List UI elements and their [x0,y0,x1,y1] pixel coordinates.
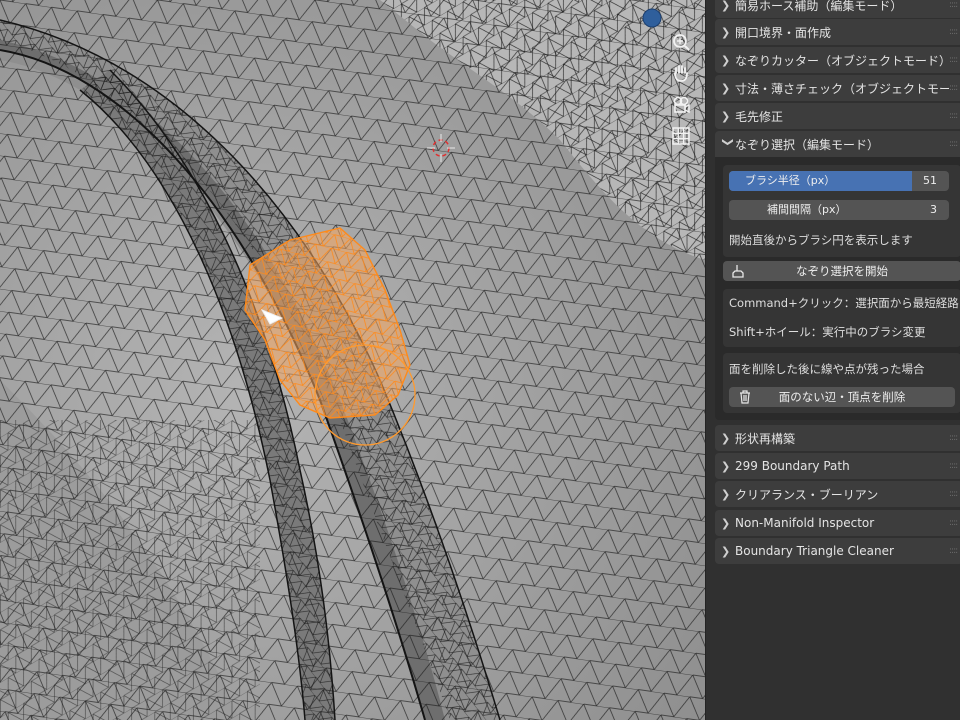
3d-viewport[interactable] [0,0,705,720]
trash-icon [740,390,750,404]
cleanup-note: 面を削除した後に線や点が残った場合 [729,362,925,376]
show-circle-note: 開始直後からブラシ円を表示します [729,233,913,247]
n-panel-sidebar: ❯ 簡易ホース補助（編集モード） :::: ❯ 開口境界・面作成 :::: ❯ … [705,0,960,720]
view-orientation-dot[interactable] [640,6,664,30]
panel-boundary-path[interactable]: ❯ 299 Boundary Path :::: [715,453,960,479]
camera-icon[interactable] [669,93,693,117]
chevron-down-icon: ❯ [721,137,735,147]
chevron-right-icon: ❯ [721,53,731,67]
drag-handle-icon[interactable]: :::: [949,55,960,65]
panel-dimension-check[interactable]: ❯ 寸法・薄さチェック（オブジェクトモー :::: [715,75,960,101]
delete-loose-edges-button[interactable]: 面のない辺・頂点を削除 [729,387,955,407]
brush-radius-slider[interactable]: ブラシ半径（px） 51 [729,171,949,191]
drag-handle-icon[interactable]: :::: [949,546,960,556]
drag-handle-icon[interactable]: :::: [949,27,960,37]
panel-non-manifold-inspector[interactable]: ❯ Non-Manifold Inspector :::: [715,510,960,536]
panel-hose-assist[interactable]: ❯ 簡易ホース補助（編集モード） :::: [715,0,960,18]
panel-trace-cutter[interactable]: ❯ なぞりカッター（オブジェクトモード） :::: [715,47,960,73]
hint-shift-wheel: Shift+ホイール：実行中のブラシ変更 [729,325,926,339]
chevron-right-icon: ❯ [721,431,731,445]
zoom-icon[interactable] [669,30,693,54]
hand-icon[interactable] [669,61,693,85]
drag-handle-icon[interactable]: :::: [949,111,960,121]
chevron-right-icon: ❯ [721,459,731,473]
chevron-right-icon: ❯ [721,544,731,558]
grid-icon[interactable] [669,124,693,148]
chevron-right-icon: ❯ [721,109,731,123]
panel-shape-rebuild[interactable]: ❯ 形状再構築 :::: [715,425,960,451]
brush-icon [732,265,744,278]
hint-command-click: Command+クリック：選択面から最短経路 [729,296,959,310]
drag-handle-icon[interactable]: :::: [949,0,960,10]
start-trace-select-button[interactable]: なぞり選択を開始 [723,261,960,281]
drag-handle-icon[interactable]: :::: [949,518,960,528]
panel-trace-select[interactable]: ❯ なぞり選択（編集モード） :::: [715,131,960,157]
panel-hair-tip-fix[interactable]: ❯ 毛先修正 :::: [715,103,960,129]
drag-handle-icon[interactable]: :::: [949,83,960,93]
panel-clearance-boolean[interactable]: ❯ クリアランス・ブーリアン :::: [715,481,960,507]
drag-handle-icon[interactable]: :::: [949,433,960,443]
chevron-right-icon: ❯ [721,487,731,501]
chevron-right-icon: ❯ [721,81,731,95]
chevron-right-icon: ❯ [721,25,731,39]
drag-handle-icon[interactable]: :::: [949,461,960,471]
panel-boundary-triangle-cleaner[interactable]: ❯ Boundary Triangle Cleaner :::: [715,538,960,564]
chevron-right-icon: ❯ [721,516,731,530]
chevron-right-icon: ❯ [721,0,731,12]
panel-opening-boundary[interactable]: ❯ 開口境界・面作成 :::: [715,19,960,45]
interp-interval-field[interactable]: 補間間隔（px） 3 [729,200,949,220]
drag-handle-icon[interactable]: :::: [949,489,960,499]
drag-handle-icon[interactable]: :::: [949,139,960,149]
mesh-wireframe [0,0,705,720]
